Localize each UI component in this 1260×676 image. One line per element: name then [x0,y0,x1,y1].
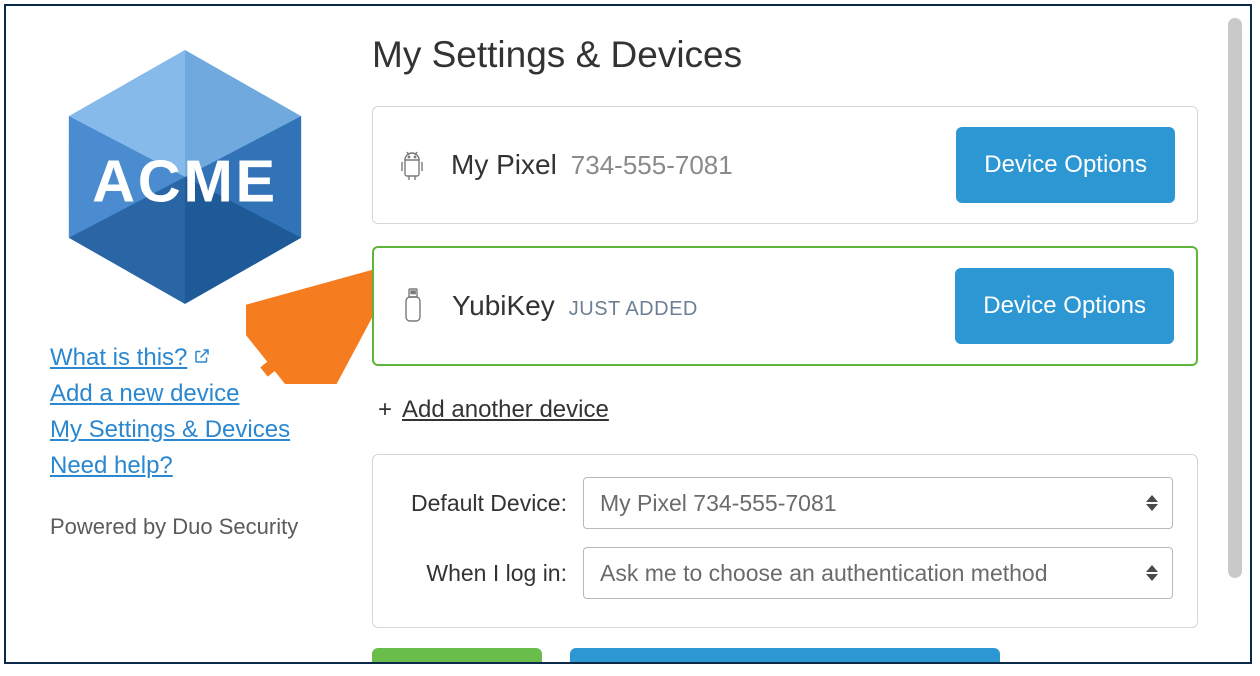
link-need-help[interactable]: Need help? [50,452,173,480]
footer-button-blue[interactable] [570,648,1000,664]
default-device-select[interactable]: My Pixel 734-555-7081 [583,477,1173,529]
select-value: Ask me to choose an authentication metho… [600,560,1048,587]
plus-icon: + [378,396,392,424]
link-label: What is this? [50,344,187,372]
brand-logo-text: ACME [92,147,278,214]
android-icon [395,149,429,181]
just-added-badge: JUST ADDED [569,298,698,321]
device-info: YubiKey JUST ADDED [452,290,955,322]
login-behavior-select[interactable]: Ask me to choose an authentication metho… [583,547,1173,599]
brand-logo: ACME [50,42,320,312]
link-what-is-this[interactable]: What is this? [50,344,211,372]
device-options-button[interactable]: Device Options [956,127,1175,203]
login-behavior-row: When I log in: Ask me to choose an authe… [397,547,1173,599]
login-behavior-label: When I log in: [397,560,583,587]
device-name: My Pixel [451,149,557,181]
add-another-device[interactable]: + Add another device [378,396,609,424]
main-content: My Settings & Devices My Pixel 734-555-7… [372,34,1198,628]
link-label: Need help? [50,452,173,480]
link-label: My Settings & Devices [50,416,290,444]
default-device-row: Default Device: My Pixel 734-555-7081 [397,477,1173,529]
device-name: YubiKey [452,290,555,322]
settings-panel: Default Device: My Pixel 734-555-7081 Wh… [372,454,1198,628]
device-card-highlighted: YubiKey JUST ADDED Device Options [372,246,1198,366]
page-title: My Settings & Devices [372,34,1198,76]
sidebar-links: What is this? Add a new device My Settin… [50,344,340,480]
sort-caret-icon [1146,495,1158,511]
add-another-label: Add another device [402,396,609,424]
external-link-icon [193,344,211,372]
link-add-device[interactable]: Add a new device [50,380,239,408]
device-card: My Pixel 734-555-7081 Device Options [372,106,1198,224]
powered-by: Powered by Duo Security [50,514,340,540]
device-info: My Pixel 734-555-7081 [451,149,956,181]
scrollbar[interactable] [1228,18,1242,578]
footer-button-green[interactable] [372,648,542,664]
footer-buttons [372,648,1000,664]
link-my-settings[interactable]: My Settings & Devices [50,416,290,444]
select-value: My Pixel 734-555-7081 [600,490,837,517]
link-label: Add a new device [50,380,239,408]
default-device-label: Default Device: [397,490,583,517]
usb-key-icon [396,287,430,325]
device-phone: 734-555-7081 [571,150,733,181]
sort-caret-icon [1146,565,1158,581]
app-frame: ACME What is this? Add a new device My S… [4,4,1252,664]
sidebar: ACME What is this? Add a new device My S… [50,42,340,540]
device-options-button[interactable]: Device Options [955,268,1174,344]
